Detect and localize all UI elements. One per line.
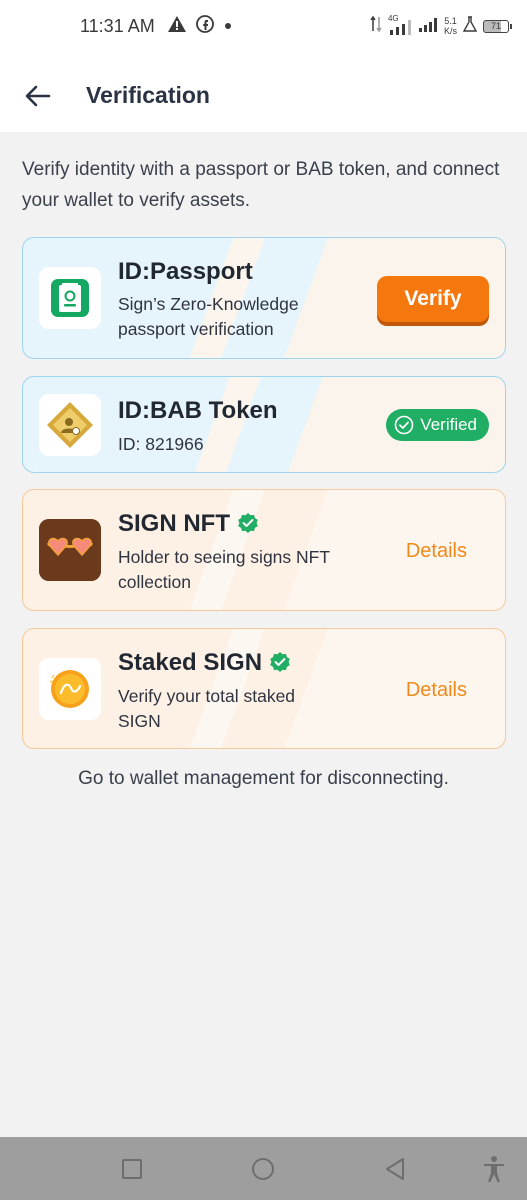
accessibility-button[interactable] <box>482 1155 506 1188</box>
staked-icon-box <box>39 658 101 720</box>
staked-description: Verify your total staked SIGN <box>118 686 296 731</box>
facebook-icon <box>196 14 214 38</box>
verified-seal-icon <box>270 652 290 672</box>
status-system-icons: 4G 5.1 K/s 71 <box>370 12 512 40</box>
back-nav-button[interactable] <box>384 1157 406 1186</box>
nft-title: SIGN NFT <box>118 510 260 538</box>
staked-title: Staked SIGN <box>118 649 292 677</box>
status-bar: 11:31 AM 4G 5.1 K/s 71 <box>0 0 527 52</box>
bab-title-text: ID:BAB Token <box>118 397 278 424</box>
square-icon <box>122 1159 142 1179</box>
passport-icon <box>51 279 89 317</box>
warning-icon <box>168 15 186 37</box>
network-type: 4G <box>387 14 399 23</box>
flask-icon <box>462 15 478 37</box>
battery-icon: 71 <box>483 19 512 33</box>
accessibility-icon <box>484 1156 504 1182</box>
passport-card[interactable]: ID:Passport Sign’s Zero-Knowledge passpo… <box>22 237 506 359</box>
net-speed-unit: K/s <box>443 26 457 36</box>
sign-nft-card[interactable]: SIGN NFT Holder to seeing signs NFT coll… <box>22 489 506 611</box>
page-title: Verification <box>86 82 210 108</box>
staked-details-link[interactable]: Details <box>406 679 467 702</box>
status-notification-icons <box>168 14 232 38</box>
home-button[interactable] <box>251 1157 275 1186</box>
system-nav-bar <box>0 1137 527 1200</box>
recent-apps-button[interactable] <box>121 1158 143 1185</box>
back-button[interactable] <box>22 80 54 112</box>
nft-icon-box <box>39 519 101 581</box>
net-speed-value: 5.1 <box>444 16 457 26</box>
bab-id: ID: 821966 <box>118 434 204 454</box>
heart-glasses-icon <box>39 519 101 581</box>
nft-description: Holder to seeing signs NFT collection <box>118 547 330 592</box>
battery-level: 71 <box>490 20 501 31</box>
passport-title: ID:Passport <box>118 258 253 286</box>
bab-icon-box <box>39 394 101 456</box>
sign-coin-icon <box>49 670 89 708</box>
passport-title-text: ID:Passport <box>118 258 253 285</box>
triangle-back-icon <box>386 1158 404 1180</box>
staked-title-text: Staked SIGN <box>118 649 263 676</box>
bab-token-card[interactable]: ID:BAB Token ID: 821966 Verified <box>22 376 506 473</box>
arrow-left-icon <box>25 85 51 107</box>
circle-icon <box>252 1158 274 1180</box>
bab-title: ID:BAB Token <box>118 397 278 425</box>
nft-details-link[interactable]: Details <box>406 540 467 563</box>
verified-label: Verified <box>420 415 477 434</box>
bab-token-icon <box>47 402 93 448</box>
intro-text: Verify identity with a passport or BAB t… <box>22 159 500 211</box>
verify-passport-button[interactable]: Verify <box>377 276 489 322</box>
passport-description: Sign’s Zero-Knowledge passport verificat… <box>118 294 299 339</box>
app-header: Verification <box>0 52 527 132</box>
network-speed: 5.1 K/s <box>444 16 457 36</box>
check-circle-icon <box>394 415 414 435</box>
passport-icon-box <box>39 267 101 329</box>
verified-seal-icon <box>238 513 258 533</box>
signal-icon <box>418 15 438 38</box>
staked-sign-card[interactable]: Staked SIGN Verify your total staked SIG… <box>22 628 506 749</box>
nft-title-text: SIGN NFT <box>118 510 230 537</box>
signal-4g-icon: 4G <box>387 14 412 36</box>
status-time: 11:31 AM <box>80 16 155 36</box>
footer-note: Go to wallet management for disconnectin… <box>78 768 449 789</box>
verified-badge: Verified <box>386 409 489 441</box>
data-transfer-icon <box>370 15 382 37</box>
dot-icon <box>224 17 232 35</box>
